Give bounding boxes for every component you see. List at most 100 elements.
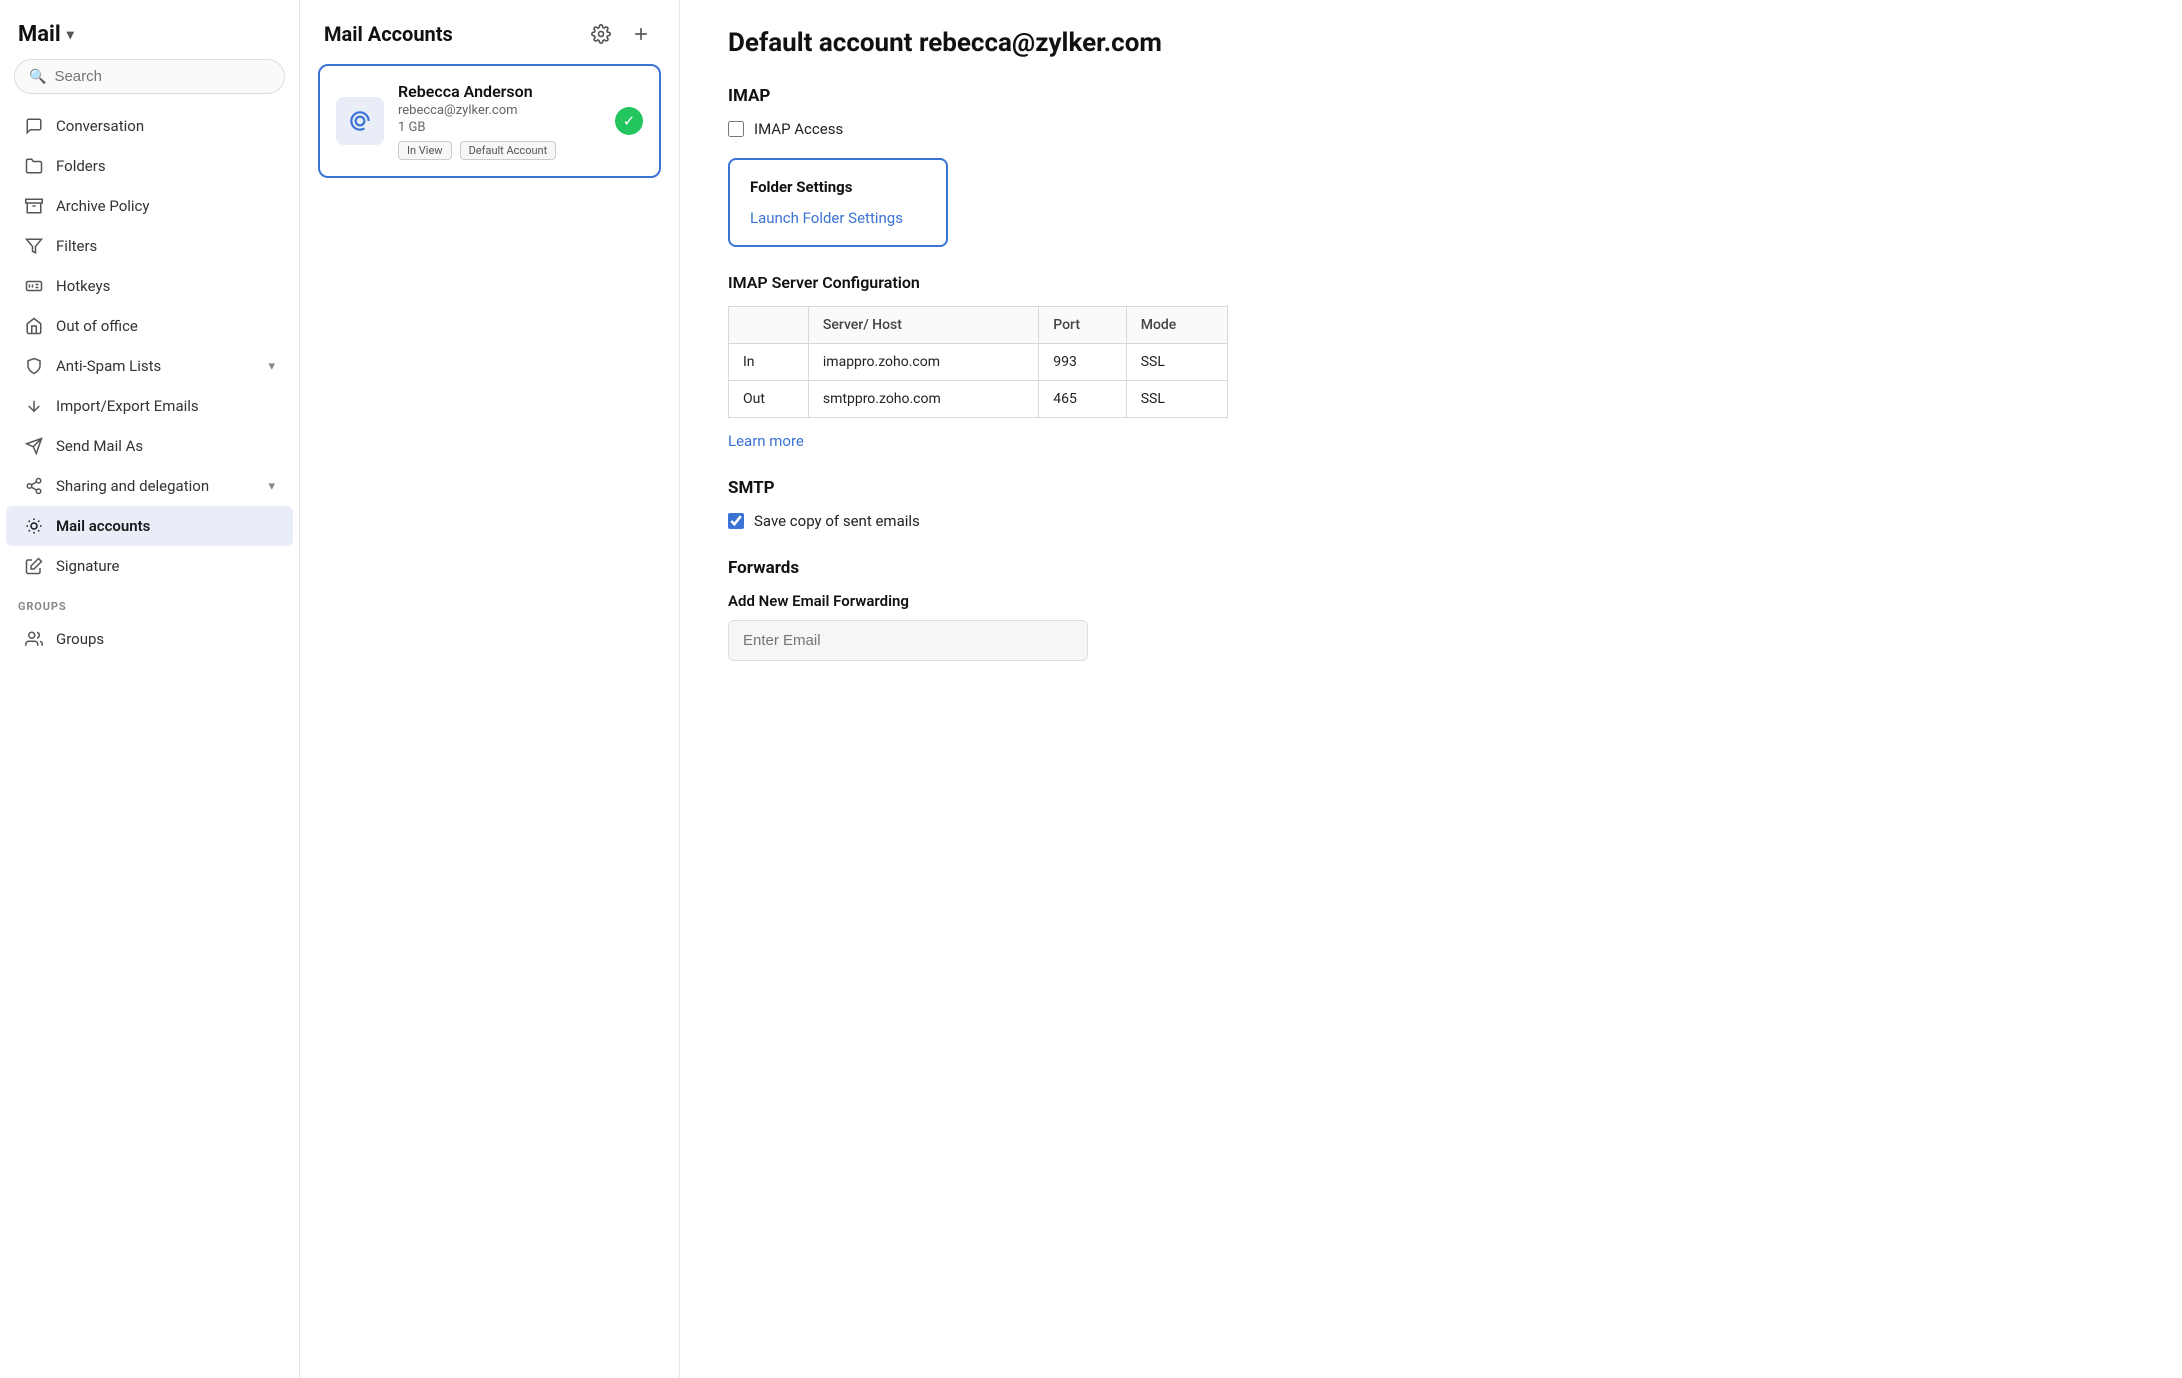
middle-panel: Mail Accounts Rebecca Anderson rebecca@z… [300,0,680,1378]
search-icon: 🔍 [29,69,46,85]
archive-icon [24,197,44,215]
table-row-in: In imappro.zoho.com 993 SSL [729,344,1228,381]
account-storage: 1 GB [398,120,601,135]
groups-icon [24,630,44,648]
mail-accounts-icon [24,517,44,535]
filters-icon [24,237,44,255]
add-account-button[interactable] [627,20,655,48]
anti-spam-icon [24,357,44,375]
groups-section-label: GROUPS [0,586,299,619]
smtp-save-copy-checkbox[interactable] [728,513,744,529]
account-avatar [336,97,384,145]
sidebar-item-mail-accounts[interactable]: Mail accounts [6,506,293,546]
folder-settings-label: Folder Settings [750,178,926,196]
settings-button[interactable] [587,20,615,48]
sidebar-item-archive-policy[interactable]: Archive Policy [6,186,293,226]
sidebar-item-label-conversation: Conversation [56,117,144,135]
table-cell-server-out: smtppro.zoho.com [808,381,1038,418]
table-cell-direction-out: Out [729,381,809,418]
sidebar-item-label-mail-accounts: Mail accounts [56,517,150,535]
search-box[interactable]: 🔍 [14,59,285,94]
folder-settings-box: Folder Settings Launch Folder Settings [728,158,948,247]
imap-section-title: IMAP [728,86,2134,106]
sidebar-item-conversation[interactable]: Conversation [6,106,293,146]
app-title[interactable]: Mail ▾ [0,0,299,59]
table-cell-direction-in: In [729,344,809,381]
imap-access-checkbox[interactable] [728,121,744,137]
middle-header: Mail Accounts [300,0,679,64]
sidebar-item-label-filters: Filters [56,237,97,255]
enter-email-input[interactable] [728,620,1088,661]
sidebar-item-anti-spam[interactable]: Anti-Spam Lists ▾ [6,346,293,386]
sidebar-item-filters[interactable]: Filters [6,226,293,266]
imap-config-table: Server/ Host Port Mode In imappro.zoho.c… [728,306,1228,418]
sidebar-item-label-hotkeys: Hotkeys [56,277,110,295]
right-panel: Default account rebecca@zylker.com IMAP … [680,0,2182,1378]
app-title-chevron: ▾ [67,27,74,43]
table-row-out: Out smtppro.zoho.com 465 SSL [729,381,1228,418]
sidebar-item-import-export[interactable]: Import/Export Emails [6,386,293,426]
sidebar-item-send-mail-as[interactable]: Send Mail As [6,426,293,466]
sidebar-item-label-groups: Groups [56,630,104,648]
account-name: Rebecca Anderson [398,82,601,101]
out-of-office-icon [24,317,44,335]
app-title-text: Mail [18,22,61,47]
sidebar-item-sharing[interactable]: Sharing and delegation ▾ [6,466,293,506]
sidebar-item-label-archive: Archive Policy [56,197,150,215]
smtp-save-copy-label[interactable]: Save copy of sent emails [754,512,920,530]
account-tag-in-view: In View [398,141,452,160]
folders-icon [24,157,44,175]
add-forwarding-title: Add New Email Forwarding [728,592,2134,610]
smtp-checkbox-row: Save copy of sent emails [728,512,2134,530]
imap-access-row: IMAP Access [728,120,2134,138]
imap-access-label[interactable]: IMAP Access [754,120,843,138]
conversation-icon [24,117,44,135]
sidebar-item-label-folders: Folders [56,157,106,175]
sharing-chevron: ▾ [268,479,275,494]
account-check-icon: ✓ [615,107,643,135]
forwards-section: Forwards Add New Email Forwarding [728,558,2134,661]
sidebar-item-folders[interactable]: Folders [6,146,293,186]
table-cell-mode-in: SSL [1126,344,1227,381]
sidebar-item-groups[interactable]: Groups [6,619,293,659]
table-cell-mode-out: SSL [1126,381,1227,418]
account-info: Rebecca Anderson rebecca@zylker.com 1 GB… [398,82,601,160]
sidebar-item-label-send-mail-as: Send Mail As [56,437,143,455]
imap-server-config-title: IMAP Server Configuration [728,273,2134,292]
smtp-section-title: SMTP [728,478,2134,498]
sidebar-item-signature[interactable]: Signature [6,546,293,586]
learn-more-link[interactable]: Learn more [728,432,2134,450]
signature-icon [24,557,44,575]
anti-spam-chevron: ▾ [268,359,275,374]
sharing-icon [24,477,44,495]
table-header-server: Server/ Host [808,307,1038,344]
send-mail-as-icon [24,437,44,455]
table-header-empty [729,307,809,344]
middle-panel-title: Mail Accounts [324,22,453,46]
sidebar-item-label-anti-spam: Anti-Spam Lists [56,357,161,375]
table-cell-server-in: imappro.zoho.com [808,344,1038,381]
import-export-icon [24,397,44,415]
account-card[interactable]: Rebecca Anderson rebecca@zylker.com 1 GB… [318,64,661,178]
search-input[interactable] [54,68,270,85]
launch-folder-settings-link[interactable]: Launch Folder Settings [750,209,903,227]
account-tags: In View Default Account [398,141,601,160]
table-cell-port-in: 993 [1039,344,1126,381]
sidebar-item-hotkeys[interactable]: Hotkeys [6,266,293,306]
sidebar: Mail ▾ 🔍 Conversation Folders Archive Po… [0,0,300,1378]
table-cell-port-out: 465 [1039,381,1126,418]
table-header-mode: Mode [1126,307,1227,344]
smtp-section: SMTP Save copy of sent emails [728,478,2134,530]
page-title: Default account rebecca@zylker.com [728,28,2134,58]
sidebar-item-label-import-export: Import/Export Emails [56,397,199,415]
sidebar-item-label-sharing: Sharing and delegation [56,477,209,495]
table-header-port: Port [1039,307,1126,344]
forwards-section-title: Forwards [728,558,2134,578]
middle-header-actions [587,20,655,48]
hotkeys-icon [24,277,44,295]
sidebar-item-out-of-office[interactable]: Out of office [6,306,293,346]
sidebar-item-label-out-of-office: Out of office [56,317,138,335]
account-email: rebecca@zylker.com [398,103,601,118]
account-tag-default: Default Account [460,141,557,160]
sidebar-item-label-signature: Signature [56,557,120,575]
